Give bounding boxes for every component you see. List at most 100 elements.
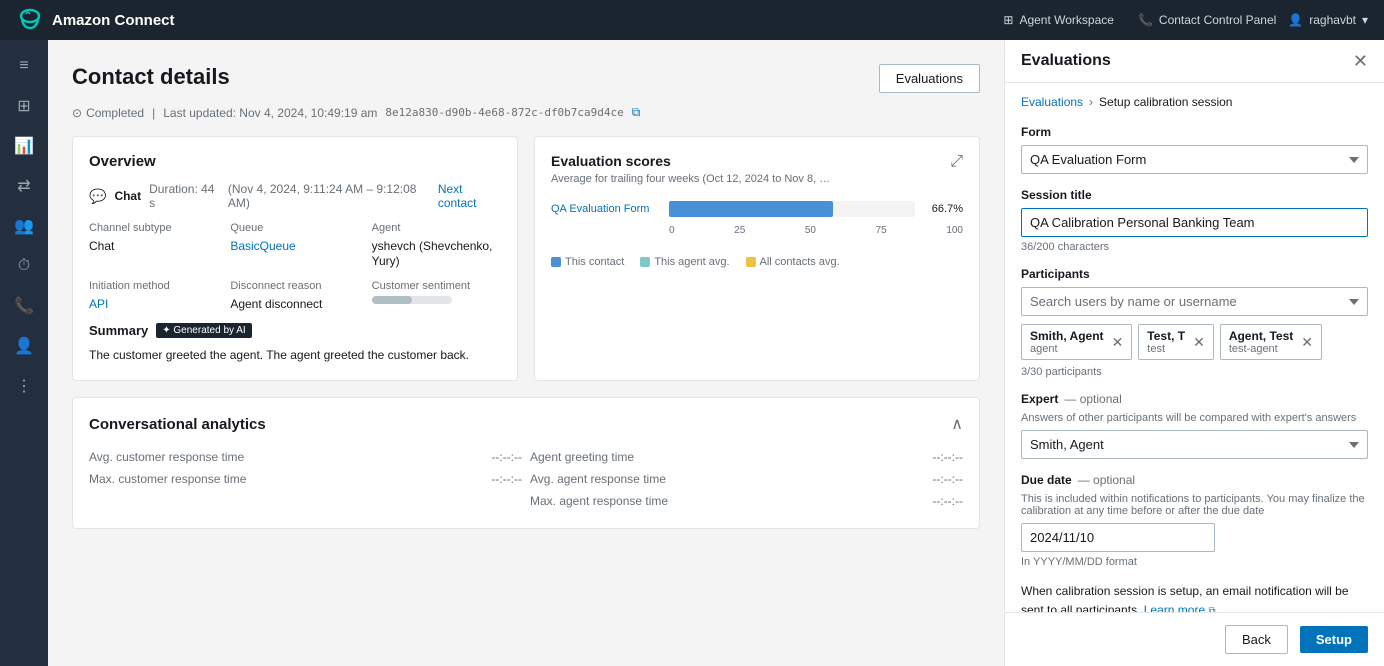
breadcrumb-current: Setup calibration session xyxy=(1099,95,1232,109)
panel-footer: Back Setup xyxy=(1005,612,1384,666)
form-group: Form QA Evaluation Form xyxy=(1021,125,1368,174)
ai-badge: ✦ Generated by AI xyxy=(156,323,251,338)
contact-header: Contact details Evaluations xyxy=(72,64,980,93)
expert-select[interactable]: Smith, Agent xyxy=(1021,430,1368,459)
expand-icon[interactable]: ⤢ xyxy=(950,153,963,171)
participants-search[interactable]: Search users by name or username xyxy=(1021,287,1368,316)
sidebar-item-charts[interactable]: 📊 xyxy=(6,128,42,164)
customer-sentiment-item: Customer sentiment xyxy=(372,280,501,311)
max-agent-response: Max. agent response time --:--:-- xyxy=(530,490,963,512)
session-title-group: Session title 36/200 characters xyxy=(1021,188,1368,253)
contact-control-panel-link[interactable]: 📞 Contact Control Panel xyxy=(1138,13,1276,27)
due-date-description: This is included within notifications to… xyxy=(1021,493,1368,517)
overview-channel-row: 💬 Chat Duration: 44 s (Nov 4, 2024, 9:11… xyxy=(89,182,501,210)
tag-close-smith[interactable]: ✕ xyxy=(1112,335,1124,349)
chat-icon: 💬 xyxy=(89,188,106,205)
eval-bar xyxy=(669,201,833,217)
right-panel: Evaluations ✕ Evaluations › Setup calibr… xyxy=(1004,40,1384,666)
eval-form-link[interactable]: QA Evaluation Form xyxy=(551,203,661,215)
sidebar-item-flows[interactable]: ⇄ xyxy=(6,168,42,204)
eval-scores-card: Evaluation scores Average for trailing f… xyxy=(534,136,980,381)
analytics-grid: Avg. customer response time --:--:-- Max… xyxy=(89,446,963,512)
contact-meta: ⊙ Completed | Last updated: Nov 4, 2024,… xyxy=(72,105,980,120)
sidebar-item-users[interactable]: 👥 xyxy=(6,208,42,244)
panel-header: Evaluations ✕ xyxy=(1005,40,1384,83)
setup-button[interactable]: Setup xyxy=(1300,626,1368,653)
sidebar-item-phone[interactable]: 📞 xyxy=(6,288,42,324)
eval-scores-subtitle: Average for trailing four weeks (Oct 12,… xyxy=(551,173,830,185)
sidebar-item-dashboard[interactable]: ⊞ xyxy=(6,88,42,124)
due-date-group: Due date — optional This is included wit… xyxy=(1021,473,1368,568)
due-date-label: Due date — optional xyxy=(1021,473,1368,487)
legend-this-contact: This contact xyxy=(551,256,624,268)
main-content: Contact details Evaluations ⊙ Completed … xyxy=(48,40,1004,666)
panel-title: Evaluations xyxy=(1021,52,1111,70)
breadcrumb: Evaluations › Setup calibration session xyxy=(1021,95,1368,109)
cards-row: Overview 💬 Chat Duration: 44 s (Nov 4, 2… xyxy=(72,136,980,381)
back-button[interactable]: Back xyxy=(1225,625,1288,654)
sidebar-item-clock[interactable]: ⏱ xyxy=(6,248,42,284)
participant-tags: Smith, Agent agent ✕ Test, T test ✕ Agen… xyxy=(1021,324,1368,360)
page-title: Contact details xyxy=(72,64,230,90)
participants-label: Participants xyxy=(1021,267,1368,281)
sidebar-item-person[interactable]: 👤 xyxy=(6,328,42,364)
tag-agent-test: Agent, Test test-agent ✕ xyxy=(1220,324,1322,360)
chevron-down-icon: ▾ xyxy=(1362,13,1368,27)
copy-icon[interactable]: ⧉ xyxy=(632,105,641,120)
close-icon[interactable]: ✕ xyxy=(1353,52,1368,70)
summary-text: The customer greeted the agent. The agen… xyxy=(89,346,501,364)
next-contact-link[interactable]: Next contact xyxy=(438,182,501,210)
legend-agent-avg: This agent avg. xyxy=(640,256,729,268)
learn-more-link[interactable]: Learn more ⧉ xyxy=(1144,603,1216,612)
nav-links: ⊞ Agent Workspace 📞 Contact Control Pane… xyxy=(1003,13,1276,27)
avg-agent-response: Avg. agent response time --:--:-- xyxy=(530,468,963,490)
tag-close-agent-test[interactable]: ✕ xyxy=(1301,335,1313,349)
evaluations-button[interactable]: Evaluations xyxy=(879,64,980,93)
tag-smith-agent: Smith, Agent agent ✕ xyxy=(1021,324,1132,360)
summary-label: Summary ✦ Generated by AI xyxy=(89,323,501,338)
user-menu[interactable]: 👤 raghavbt ▾ xyxy=(1288,13,1368,27)
status-badge: ⊙ Completed xyxy=(72,106,144,120)
avg-customer-response: Avg. customer response time --:--:-- xyxy=(89,446,522,468)
sentiment-bar xyxy=(372,296,452,304)
form-select[interactable]: QA Evaluation Form xyxy=(1021,145,1368,174)
queue-link[interactable]: BasicQueue xyxy=(230,239,295,253)
breadcrumb-parent[interactable]: Evaluations xyxy=(1021,95,1083,109)
sidebar-item-menu[interactable]: ≡ xyxy=(6,48,42,84)
date-hint: In YYYY/MM/DD format xyxy=(1021,556,1368,568)
user-icon: 👤 xyxy=(1288,13,1303,27)
phone-icon: 📞 xyxy=(1138,13,1153,27)
grid-icon: ⊞ xyxy=(1003,13,1013,27)
eval-axis: 0 25 50 75 100 xyxy=(551,225,963,244)
eval-pct: 66.7% xyxy=(923,203,963,215)
max-customer-response: Max. customer response time --:--:-- xyxy=(89,468,522,490)
summary-section: Summary ✦ Generated by AI The customer g… xyxy=(89,323,501,364)
due-date-input[interactable] xyxy=(1021,523,1215,552)
session-title-label: Session title xyxy=(1021,188,1368,202)
overview-title: Overview xyxy=(89,153,501,170)
collapse-button[interactable]: ∧ xyxy=(951,414,963,434)
tag-close-test-t[interactable]: ✕ xyxy=(1193,335,1205,349)
overview-card: Overview 💬 Chat Duration: 44 s (Nov 4, 2… xyxy=(72,136,518,381)
initiation-method-item: Initiation method API xyxy=(89,280,218,311)
expert-section: Expert — optional Answers of other parti… xyxy=(1021,392,1368,459)
eval-row: QA Evaluation Form 66.7% xyxy=(551,201,963,217)
top-nav: Amazon Connect ⊞ Agent Workspace 📞 Conta… xyxy=(0,0,1384,40)
participants-search-wrap: Search users by name or username xyxy=(1021,287,1368,316)
overview-grid: Channel subtype Chat Queue BasicQueue Ag… xyxy=(89,222,501,311)
analytics-col-right: Agent greeting time --:--:-- Avg. agent … xyxy=(530,446,963,512)
left-sidebar: ≡ ⊞ 📊 ⇄ 👥 ⏱ 📞 👤 ⋮ xyxy=(0,40,48,666)
initiation-link[interactable]: API xyxy=(89,297,108,311)
agent-workspace-link[interactable]: ⊞ Agent Workspace xyxy=(1003,13,1114,27)
analytics-title: Conversational analytics xyxy=(89,416,266,433)
agent-greeting-time: Agent greeting time --:--:-- xyxy=(530,446,963,468)
disconnect-reason-item: Disconnect reason Agent disconnect xyxy=(230,280,359,311)
tag-test-t: Test, T test ✕ xyxy=(1138,324,1214,360)
sentiment-fill xyxy=(372,296,412,304)
logo: Amazon Connect xyxy=(16,6,175,34)
eval-bar-container xyxy=(669,201,915,217)
check-circle-icon: ⊙ xyxy=(72,106,82,120)
sidebar-item-more[interactable]: ⋮ xyxy=(6,368,42,404)
eval-scores-title: Evaluation scores xyxy=(551,153,830,169)
session-title-input[interactable] xyxy=(1021,208,1368,237)
